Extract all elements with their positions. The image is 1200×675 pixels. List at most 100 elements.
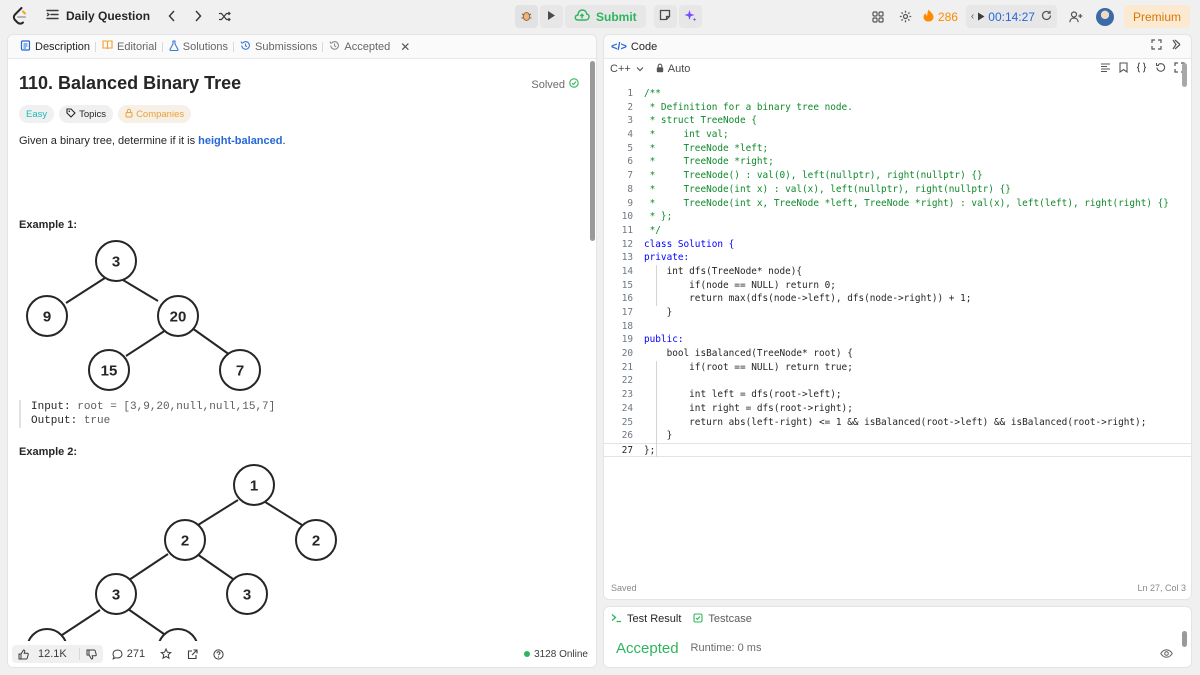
debug-button[interactable]: [515, 5, 538, 28]
code-editor[interactable]: 1/** 2 * Definition for a binary tree no…: [604, 87, 1191, 457]
tab-description[interactable]: Description: [14, 39, 96, 54]
layout-icon[interactable]: [865, 5, 892, 28]
output-value: true: [83, 415, 111, 427]
tab-accepted[interactable]: Accepted ✕: [322, 40, 416, 54]
lock-icon: [656, 63, 664, 76]
code-line: 16 return max(dfs(node->left), dfs(node-…: [621, 293, 972, 305]
tree-node-label: 3: [112, 587, 120, 604]
star-icon[interactable]: [160, 648, 173, 660]
checkbox-icon: [693, 612, 703, 626]
result-summary: Accepted Runtime: 0 ms: [604, 631, 1191, 665]
bookmark-icon[interactable]: [1119, 62, 1128, 76]
run-button[interactable]: [540, 5, 563, 28]
shuffle-icon[interactable]: [214, 6, 234, 26]
code-line: 3 * struct TreeNode {: [627, 115, 757, 127]
like-button[interactable]: 12.1K: [12, 648, 79, 660]
code-line: 24 int right = dfs(root->right);: [621, 402, 853, 414]
tab-submissions-label: Submissions: [255, 40, 318, 53]
streak-counter[interactable]: 286: [923, 9, 958, 25]
result-scrollbar[interactable]: [1182, 631, 1187, 647]
result-tabs: Test Result Testcase: [604, 607, 1191, 631]
code-line: 26 }: [621, 430, 673, 442]
tree-edge: [127, 608, 165, 635]
editor-scrollbar[interactable]: [1182, 63, 1187, 87]
language-value: C++: [610, 63, 631, 75]
tab-submissions[interactable]: Submissions: [233, 40, 323, 54]
collapse-icon[interactable]: [1172, 39, 1183, 53]
logo-icon[interactable]: [10, 6, 30, 26]
cloud-upload-icon: [574, 9, 590, 24]
code-line: 19 public:: [621, 334, 684, 346]
dislike-button[interactable]: [80, 649, 103, 660]
format-icon[interactable]: [1100, 62, 1111, 76]
tree-edge: [196, 553, 234, 580]
tab-solutions[interactable]: Solutions: [161, 39, 234, 54]
bug-icon: [520, 9, 533, 25]
auto-mode-toggle[interactable]: Auto: [656, 63, 690, 76]
language-select[interactable]: C++: [610, 63, 644, 75]
description-scrollbar[interactable]: [590, 61, 595, 241]
chevron-down-icon: [636, 63, 644, 75]
editor-status-bar: Saved Ln 27, Col 3: [611, 583, 1186, 593]
code-line: 25 return abs(left-right) <= 1 && isBala…: [621, 416, 1147, 428]
description-tabs: Description Editorial Solutions Submissi…: [8, 35, 596, 59]
topics-button[interactable]: Topics: [59, 105, 114, 123]
next-problem-icon[interactable]: [188, 6, 208, 26]
prev-problem-icon[interactable]: [162, 6, 182, 26]
fire-icon: [923, 9, 934, 25]
comments-button[interactable]: 271: [112, 648, 145, 660]
problem-title[interactable]: 110. Balanced Binary Tree: [19, 73, 241, 94]
statement-suffix: .: [282, 135, 286, 147]
braces-icon[interactable]: [1136, 62, 1147, 76]
problem-tags: Easy Topics Companies: [19, 105, 192, 123]
timer-value: 00:14:27: [988, 9, 1035, 24]
code-line: 11 */: [621, 224, 661, 236]
tree-node-label: 7: [236, 363, 244, 380]
tab-editorial-label: Editorial: [117, 40, 157, 53]
tab-solutions-label: Solutions: [182, 40, 229, 53]
note-icon: [659, 9, 671, 24]
reset-timer-icon[interactable]: [1041, 10, 1052, 24]
settings-gear-icon[interactable]: [892, 5, 919, 28]
example-1-tree-diagram: 3 9 20 15 7: [26, 240, 261, 391]
ai-assist-button[interactable]: [678, 5, 702, 28]
play-timer-icon: [977, 10, 985, 24]
tab-testcase-label: Testcase: [708, 613, 752, 625]
flask-icon: [169, 39, 179, 54]
submit-button[interactable]: Submit: [565, 5, 646, 28]
run-controls: Submit: [515, 5, 702, 28]
code-line: 2 * Definition for a binary tree node.: [627, 101, 853, 113]
code-toolbar: C++ Auto: [604, 59, 1191, 79]
height-balanced-link[interactable]: height-balanced: [198, 135, 282, 147]
problem-list-button[interactable]: Daily Question: [46, 9, 150, 23]
close-icon[interactable]: ✕: [400, 40, 410, 54]
tab-editorial[interactable]: Editorial: [95, 40, 163, 53]
help-icon[interactable]: [213, 648, 224, 660]
share-icon[interactable]: [187, 648, 198, 660]
top-bar: Daily Question Submit 286 ‹ 00:14:27 Pre…: [0, 0, 1200, 33]
code-line: 17 }: [621, 307, 673, 318]
tab-testcase[interactable]: Testcase: [693, 612, 752, 626]
top-bar-right: 286 ‹ 00:14:27 Premium: [865, 5, 1190, 28]
eye-icon[interactable]: [1160, 647, 1173, 661]
premium-button[interactable]: Premium: [1123, 5, 1190, 28]
tag-icon: [66, 107, 76, 121]
sparkle-icon: [684, 9, 697, 25]
notes-button[interactable]: [653, 5, 677, 28]
list-icon: [46, 9, 59, 23]
fullscreen-icon[interactable]: [1151, 39, 1162, 53]
tree-node-label: 3: [243, 587, 251, 604]
like-count: 12.1K: [38, 648, 67, 660]
code-line: 1/**: [627, 88, 661, 99]
code-line: 15 if(node == NULL) return 0;: [621, 279, 836, 291]
tab-test-result[interactable]: Test Result: [611, 613, 681, 626]
chevron-left-icon[interactable]: ‹: [971, 11, 974, 22]
user-avatar[interactable]: [1095, 7, 1114, 26]
code-line: 12 class Solution {: [621, 238, 735, 250]
tree-edge: [65, 275, 109, 304]
reset-code-icon[interactable]: [1155, 62, 1166, 76]
companies-button[interactable]: Companies: [118, 105, 192, 123]
timer[interactable]: ‹ 00:14:27: [965, 5, 1057, 28]
add-friend-icon[interactable]: [1063, 5, 1090, 28]
tab-test-result-label: Test Result: [627, 613, 682, 625]
